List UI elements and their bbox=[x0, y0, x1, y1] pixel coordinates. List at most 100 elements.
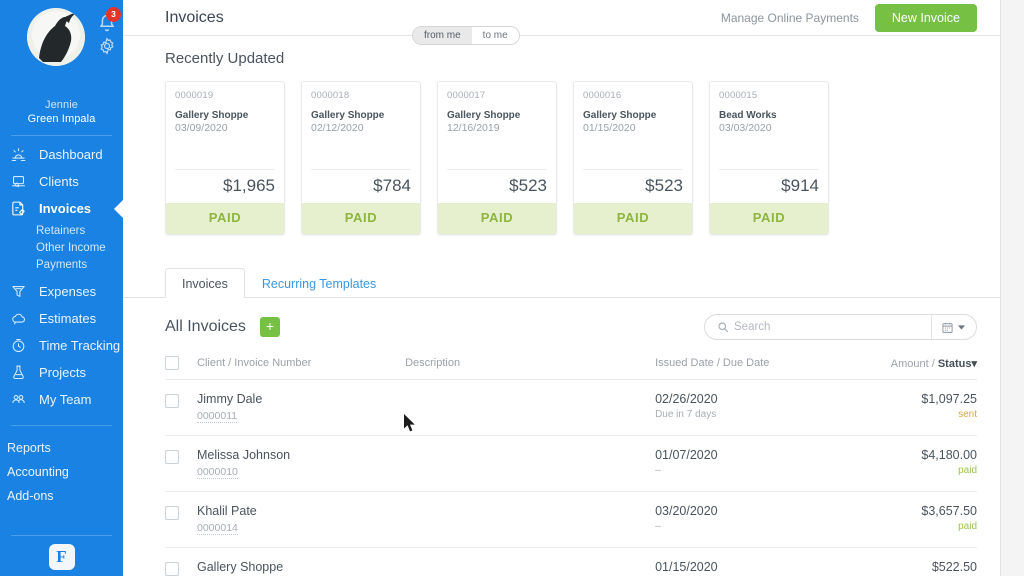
invoice-card-status-badge: PAID bbox=[166, 203, 284, 234]
invoice-card[interactable]: 0000018 Gallery Shoppe 02/12/2020 $784 P… bbox=[301, 81, 421, 235]
invoices-table-body: Jimmy Dale 0000011 02/26/2020 Due in 7 d… bbox=[165, 379, 977, 576]
sidebar-item-retainers[interactable]: Retainers bbox=[0, 222, 123, 239]
new-invoice-button[interactable]: New Invoice bbox=[874, 3, 977, 32]
toggle-option-to-me[interactable]: to me bbox=[471, 27, 519, 44]
page-title: Invoices bbox=[165, 8, 224, 26]
row-client-cell: Khalil Pate 0000014 bbox=[197, 491, 406, 548]
sidebar-item-time-tracking[interactable]: Time Tracking bbox=[0, 332, 123, 359]
row-status: paid bbox=[958, 465, 977, 476]
sidebar-item-label: Estimates bbox=[39, 311, 97, 326]
invoice-card-client: Gallery Shoppe bbox=[175, 110, 249, 121]
from-me-to-me-toggle[interactable]: from me to me bbox=[412, 26, 520, 45]
settings-button[interactable] bbox=[97, 36, 117, 56]
tab-recurring-templates[interactable]: Recurring Templates bbox=[245, 268, 393, 298]
search-input[interactable] bbox=[734, 315, 931, 339]
row-checkbox[interactable] bbox=[165, 449, 179, 464]
select-all-checkbox[interactable] bbox=[165, 356, 179, 370]
row-amount-cell: $4,180.00 paid bbox=[820, 435, 977, 492]
row-client-name: Gallery Shoppe bbox=[197, 560, 284, 574]
avatar-impala-silhouette bbox=[27, 8, 85, 66]
avatar[interactable] bbox=[27, 8, 85, 66]
sidebar-item-label: Clients bbox=[39, 174, 79, 189]
sidebar-item-accounting[interactable]: Accounting bbox=[0, 460, 123, 484]
sidebar-item-dashboard[interactable]: Dashboard bbox=[0, 141, 123, 168]
column-client[interactable]: Client / Invoice Number bbox=[197, 356, 406, 380]
sidebar-item-clients[interactable]: Clients bbox=[0, 168, 123, 195]
table-row[interactable]: Gallery Shoppe 01/15/2020 $522.50 bbox=[165, 547, 977, 576]
estimates-cloud-icon bbox=[10, 309, 36, 329]
invoice-card-client: Gallery Shoppe bbox=[583, 110, 657, 121]
app-logo[interactable]: F bbox=[48, 544, 75, 570]
row-dates-cell: 02/26/2020 Due in 7 days bbox=[655, 379, 821, 436]
invoice-card-amount: $1,965 bbox=[175, 169, 275, 196]
row-issued-date: 01/07/2020 bbox=[655, 448, 718, 462]
recently-updated-cards: 0000019 Gallery Shoppe 03/09/2020 $1,965… bbox=[123, 67, 1000, 235]
sidebar-item-other-income[interactable]: Other Income bbox=[0, 239, 123, 256]
sort-caret-icon: ▾ bbox=[971, 357, 977, 370]
row-amount-cell: $1,097.25 sent bbox=[820, 379, 977, 436]
date-filter-button[interactable] bbox=[931, 315, 976, 339]
invoice-card-client: Bead Works bbox=[719, 110, 777, 121]
sidebar-item-add-ons[interactable]: Add-ons bbox=[0, 484, 123, 508]
row-invoice-number[interactable]: 0000014 bbox=[197, 522, 238, 535]
sidebar-item-label: My Team bbox=[39, 392, 92, 407]
invoice-card-number: 0000015 bbox=[719, 90, 758, 101]
all-invoices-title: All Invoices bbox=[165, 318, 246, 335]
invoice-card-number: 0000018 bbox=[311, 90, 350, 101]
invoice-card-client: Gallery Shoppe bbox=[311, 110, 385, 121]
sidebar-item-expenses[interactable]: Expenses bbox=[0, 278, 123, 305]
table-row[interactable]: Khalil Pate 0000014 03/20/2020 – $3,657.… bbox=[165, 491, 977, 548]
sidebar-item-label: Dashboard bbox=[39, 147, 103, 162]
row-invoice-number[interactable]: 0000011 bbox=[197, 410, 238, 423]
app-root: 3 Jennie Green Impala Dashboard Clients … bbox=[0, 0, 1024, 576]
row-select-cell bbox=[165, 379, 197, 436]
sidebar-item-projects[interactable]: Projects bbox=[0, 359, 123, 386]
toggle-option-from-me[interactable]: from me bbox=[413, 27, 472, 44]
invoice-card[interactable]: 0000015 Bead Works 03/03/2020 $914 PAID bbox=[709, 81, 829, 235]
invoice-card[interactable]: 0000016 Gallery Shoppe 01/15/2020 $523 P… bbox=[573, 81, 693, 235]
sidebar-item-reports[interactable]: Reports bbox=[0, 436, 123, 460]
row-amount: $1,097.25 bbox=[921, 392, 977, 406]
column-description[interactable]: Description bbox=[405, 356, 656, 380]
row-checkbox[interactable] bbox=[165, 561, 179, 576]
column-dates[interactable]: Issued Date / Due Date bbox=[655, 356, 821, 380]
invoice-card[interactable]: 0000017 Gallery Shoppe 12/16/2019 $523 P… bbox=[437, 81, 557, 235]
row-dates-cell: 01/07/2020 – bbox=[655, 435, 821, 492]
row-client-name: Melissa Johnson bbox=[197, 448, 291, 462]
row-select-cell bbox=[165, 435, 197, 492]
user-first-name: Jennie bbox=[44, 99, 78, 111]
column-amount-label: Amount / bbox=[890, 357, 938, 370]
sidebar-item-my-team[interactable]: My Team bbox=[0, 386, 123, 413]
row-issued-date: 01/15/2020 bbox=[655, 560, 718, 574]
row-checkbox[interactable] bbox=[165, 505, 179, 520]
invoice-card-amount: $784 bbox=[311, 169, 411, 196]
row-invoice-number[interactable]: 0000010 bbox=[197, 466, 238, 479]
invoice-document-icon bbox=[10, 199, 36, 219]
invoice-card-date: 03/03/2020 bbox=[719, 122, 772, 134]
table-row[interactable]: Melissa Johnson 0000010 01/07/2020 – $4,… bbox=[165, 435, 977, 492]
column-amount-status[interactable]: Amount / Status▾ bbox=[820, 356, 977, 380]
search-box[interactable] bbox=[704, 314, 977, 340]
invoice-card[interactable]: 0000019 Gallery Shoppe 03/09/2020 $1,965… bbox=[165, 81, 285, 235]
page-content: Invoices Manage Online Payments New Invo… bbox=[123, 0, 1000, 576]
table-header-row: Client / Invoice Number Description Issu… bbox=[165, 356, 977, 380]
add-invoice-button[interactable]: + bbox=[259, 317, 280, 337]
table-row[interactable]: Jimmy Dale 0000011 02/26/2020 Due in 7 d… bbox=[165, 379, 977, 436]
row-due-date: – bbox=[655, 465, 661, 476]
sidebar-item-payments[interactable]: Payments bbox=[0, 256, 123, 273]
invoice-card-number: 0000019 bbox=[175, 90, 214, 101]
user-company: Green Impala bbox=[27, 113, 96, 125]
notifications-button[interactable]: 3 bbox=[96, 7, 121, 34]
tab-invoices[interactable]: Invoices bbox=[165, 268, 245, 298]
row-amount-cell: $522.50 bbox=[820, 547, 977, 576]
sidebar-divider-mid bbox=[11, 425, 112, 426]
row-issued-date: 03/20/2020 bbox=[655, 504, 718, 518]
row-checkbox[interactable] bbox=[165, 393, 179, 408]
invoice-card-status-badge: PAID bbox=[302, 203, 420, 234]
invoice-card-amount: $523 bbox=[583, 169, 683, 196]
manage-online-payments-link[interactable]: Manage Online Payments bbox=[721, 11, 859, 25]
sidebar-item-estimates[interactable]: Estimates bbox=[0, 305, 123, 332]
invoice-card-date: 01/15/2020 bbox=[583, 122, 636, 134]
select-all-cell bbox=[165, 356, 197, 380]
sidebar-item-invoices[interactable]: Invoices bbox=[0, 195, 123, 222]
